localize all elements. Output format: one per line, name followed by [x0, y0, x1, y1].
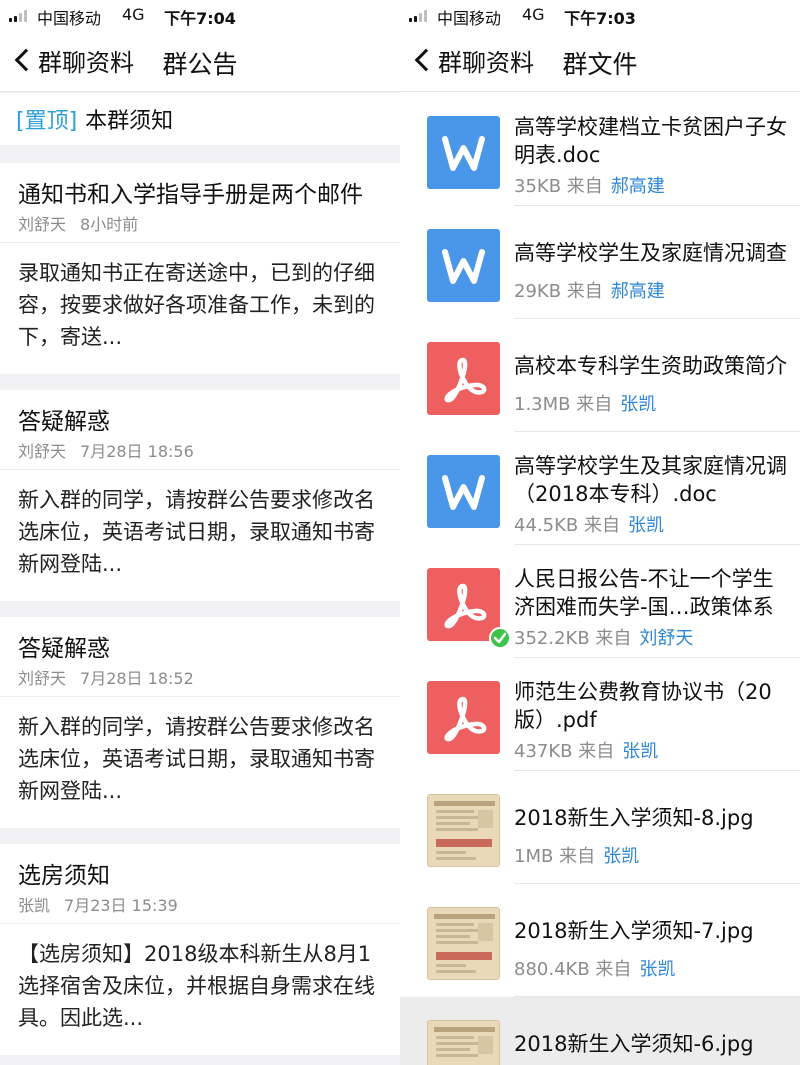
- file-name: 高等学校学生及家庭情况调查: [514, 241, 787, 265]
- file-size: 880.4KB: [514, 959, 590, 980]
- file-row[interactable]: 高等学校建档立卡贫困户子女 明表.doc 35KB 来自 郝高建: [400, 93, 800, 206]
- notice-preview: 新入群的同学，请按群公告要求修改名 选床位，英语考试日期，录取通知书寄 新网登陆…: [18, 715, 375, 803]
- group-files-screen: 中国移动 4G 下午7:03 群聊资料 群文件 高等学校建档立卡贫困户子女 明表…: [400, 0, 800, 1065]
- notice-time: 7月23日 15:39: [64, 896, 178, 915]
- file-size: 35KB: [514, 176, 562, 197]
- notice-meta: 张凯 7月23日 15:39: [18, 892, 178, 916]
- file-size: 1MB: [514, 846, 554, 867]
- from-label: 来自: [595, 628, 632, 649]
- file-meta: 1MB 来自 张凯: [514, 842, 639, 868]
- uploader-name[interactable]: 张凯: [628, 515, 664, 536]
- uploader-name[interactable]: 刘舒天: [639, 628, 693, 649]
- file-name: 高等学校建档立卡贫困户子女 明表.doc: [514, 115, 787, 167]
- page-title: 群公告: [162, 50, 238, 79]
- status-bar: 中国移动 4G 下午7:03: [400, 0, 800, 30]
- notice-card[interactable]: 选房须知 张凯 7月23日 15:39 【选房须知】2018级本科新生从8月1 选…: [0, 844, 400, 1055]
- file-name: 2018新生入学须知-8.jpg: [514, 806, 754, 830]
- file-meta: 1.3MB 来自 张凯: [514, 390, 656, 416]
- notice-title: 答疑解惑: [18, 636, 110, 662]
- nav-bar: 群聊资料 群公告: [0, 30, 400, 92]
- notice-preview: 【选房须知】2018级本科新生从8月1 选择宿舍及床位，并根据自身需求在线 具。…: [18, 942, 375, 1030]
- file-size: 44.5KB: [514, 515, 579, 536]
- status-time: 下午7:03: [564, 9, 636, 28]
- notice-title: 答疑解惑: [18, 409, 110, 435]
- file-meta: 437KB 来自 张凯: [514, 737, 658, 763]
- status-time: 下午7:04: [164, 9, 236, 28]
- notice-preview: 录取通知书正在寄送途中，已到的仔细 容，按要求做好各项准备工作，未到的 下，寄送…: [18, 261, 375, 349]
- image-thumbnail-icon: [427, 907, 500, 980]
- file-name: 人民日报公告-不让一个学生 济困难而失学-国…政策体系: [514, 567, 774, 619]
- pinned-title: 本群须知: [85, 109, 174, 134]
- uploader-name[interactable]: 张凯: [622, 741, 658, 762]
- file-row[interactable]: 高校本专科学生资助政策简介 1.3MB 来自 张凯: [400, 319, 800, 432]
- notice-meta: 刘舒天 7月28日 18:56: [18, 438, 194, 462]
- notice-card[interactable]: 答疑解惑 刘舒天 7月28日 18:56 新入群的同学，请按群公告要求修改名 选床…: [0, 390, 400, 601]
- file-row[interactable]: 人民日报公告-不让一个学生 济困难而失学-国…政策体系 352.2KB 来自 刘舒天: [400, 545, 800, 658]
- from-label: 来自: [595, 959, 632, 980]
- image-thumbnail-icon: [427, 794, 500, 867]
- file-row[interactable]: 2018新生入学须知-7.jpg 880.4KB 来自 张凯: [400, 884, 800, 997]
- notice-card[interactable]: 通知书和入学指导手册是两个邮件 刘舒天 8小时前 录取通知书正在寄送途中，已到的仔…: [0, 163, 400, 374]
- file-meta: 880.4KB 来自 张凯: [514, 955, 675, 981]
- file-name: 师范生公费教育协议书（20 版）.pdf: [514, 680, 772, 732]
- word-doc-icon: [427, 229, 500, 302]
- file-meta: 44.5KB 来自 张凯: [514, 511, 664, 537]
- file-meta: 29KB 来自 郝高建: [514, 277, 665, 303]
- file-row[interactable]: 高等学校学生及家庭情况调查 29KB 来自 郝高建: [400, 206, 800, 319]
- file-name: 2018新生入学须知-6.jpg: [514, 1032, 754, 1056]
- file-name: 高等学校学生及其家庭情况调 （2018本专科）.doc: [514, 454, 787, 506]
- file-meta: 352.2KB 来自 刘舒天: [514, 624, 693, 650]
- pinned-tag: [置顶]: [16, 109, 78, 134]
- notice-card[interactable]: 答疑解惑 刘舒天 7月28日 18:52 新入群的同学，请按群公告要求修改名 选床…: [0, 617, 400, 828]
- file-row[interactable]: 2018新生入学须知-8.jpg 1MB 来自 张凯: [400, 771, 800, 884]
- notice-author: 刘舒天: [18, 442, 67, 461]
- file-size: 352.2KB: [514, 628, 590, 649]
- file-size: 1.3MB: [514, 394, 571, 415]
- word-doc-icon: [427, 116, 500, 189]
- file-name: 2018新生入学须知-7.jpg: [514, 919, 754, 943]
- downloaded-check-icon: [489, 627, 511, 649]
- notice-meta: 刘舒天 7月28日 18:52: [18, 665, 194, 689]
- file-row[interactable]: 高等学校学生及其家庭情况调 （2018本专科）.doc 44.5KB 来自 张凯: [400, 432, 800, 545]
- pinned-notice[interactable]: [置顶] 本群须知: [0, 93, 400, 145]
- uploader-name[interactable]: 张凯: [620, 394, 656, 415]
- file-row[interactable]: 2018新生入学须知-6.jpg: [400, 997, 800, 1065]
- uploader-name[interactable]: 郝高建: [611, 281, 665, 302]
- notice-author: 张凯: [18, 896, 51, 915]
- pdf-icon: [427, 342, 500, 415]
- uploader-name[interactable]: 张凯: [603, 846, 639, 867]
- from-label: 来自: [583, 515, 620, 536]
- status-bar: 中国移动 4G 下午7:04: [0, 0, 400, 30]
- file-row[interactable]: 师范生公费教育协议书（20 版）.pdf 437KB 来自 张凯: [400, 658, 800, 771]
- notice-author: 刘舒天: [18, 215, 67, 234]
- notice-title: 通知书和入学指导手册是两个邮件: [18, 182, 363, 208]
- word-doc-icon: [427, 455, 500, 528]
- notice-author: 刘舒天: [18, 669, 67, 688]
- pdf-icon: [427, 568, 500, 641]
- uploader-name[interactable]: 郝高建: [611, 176, 665, 197]
- uploader-name[interactable]: 张凯: [639, 959, 675, 980]
- from-label: 来自: [576, 394, 613, 415]
- notice-time: 7月28日 18:56: [80, 442, 194, 461]
- file-size: 29KB: [514, 281, 562, 302]
- from-label: 来自: [578, 741, 615, 762]
- from-label: 来自: [566, 176, 603, 197]
- notice-title: 选房须知: [18, 863, 110, 889]
- from-label: 来自: [566, 281, 603, 302]
- notice-time: 7月28日 18:52: [80, 669, 194, 688]
- file-name: 高校本专科学生资助政策简介: [514, 354, 787, 378]
- file-meta: 35KB 来自 郝高建: [514, 172, 665, 198]
- from-label: 来自: [559, 846, 596, 867]
- notice-preview: 新入群的同学，请按群公告要求修改名 选床位，英语考试日期，录取通知书寄 新网登陆…: [18, 488, 375, 576]
- page-title: 群文件: [562, 50, 638, 79]
- pdf-icon: [427, 681, 500, 754]
- nav-bar: 群聊资料 群文件: [400, 30, 800, 92]
- file-size: 437KB: [514, 741, 573, 762]
- image-thumbnail-icon: [427, 1020, 500, 1065]
- notice-meta: 刘舒天 8小时前: [18, 211, 138, 235]
- notice-time: 8小时前: [80, 215, 139, 234]
- announcements-screen: 中国移动 4G 下午7:04 群聊资料 群公告 [置顶] 本群须知 通知书和入学指…: [0, 0, 400, 1065]
